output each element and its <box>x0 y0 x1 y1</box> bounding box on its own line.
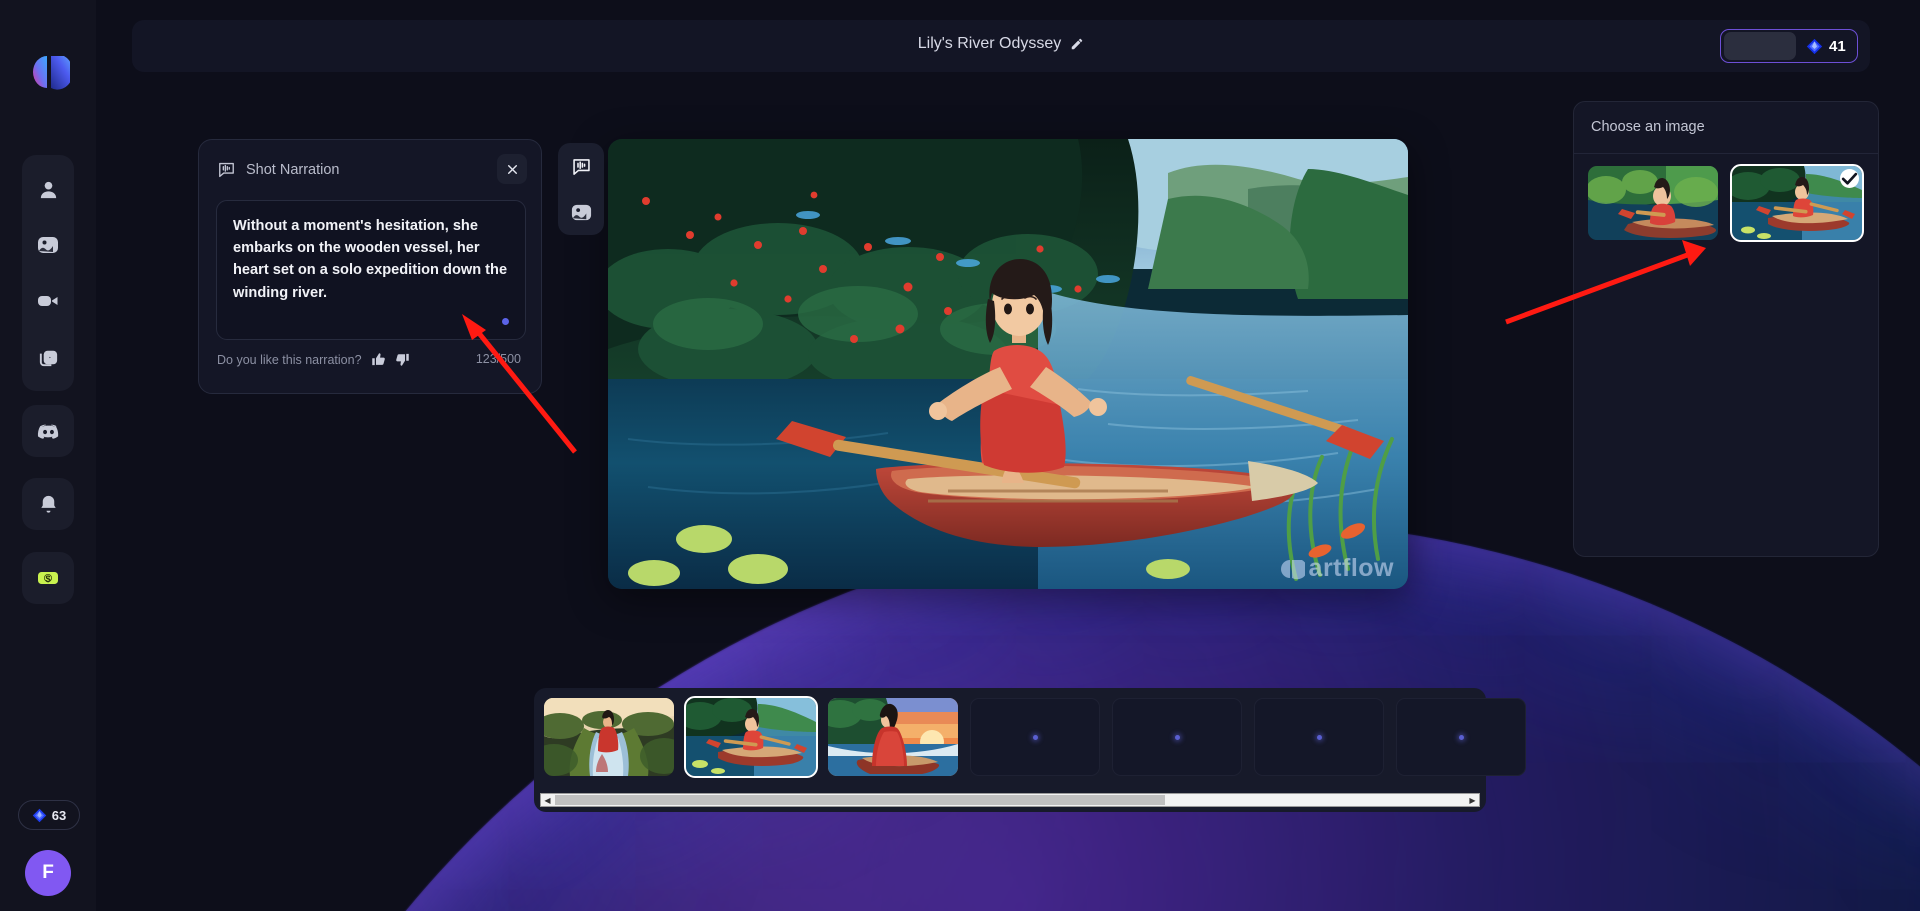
timeline-shot-2[interactable] <box>684 696 818 778</box>
option-1-thumbnail <box>1588 166 1718 240</box>
app-root: $ 63 F Lily's River Odyssey 41 Shot Narr… <box>0 0 1920 911</box>
shot-3-thumbnail <box>828 698 958 776</box>
page-title: Lily's River Odyssey <box>132 35 1870 53</box>
person-icon <box>40 181 56 198</box>
narration-feedback: Do you like this narration? <box>217 352 410 367</box>
timeline-shot-1[interactable] <box>544 698 674 776</box>
tool-image-button[interactable] <box>561 192 601 232</box>
sidebar-item-discord[interactable] <box>22 405 74 457</box>
sidebar-primary-group <box>22 155 74 391</box>
choose-image-divider <box>1574 153 1878 154</box>
sidebar-item-images[interactable] <box>22 217 74 273</box>
top-bar: Lily's River Odyssey 41 <box>132 20 1870 72</box>
narration-text-box[interactable]: Without a moment's hesitation, she embar… <box>216 200 526 340</box>
timeline-empty-slot-4[interactable] <box>1396 698 1526 776</box>
choose-image-panel: Choose an image <box>1573 101 1879 557</box>
gem-icon <box>1806 38 1823 54</box>
sidebar-credits-value: 63 <box>51 807 67 823</box>
choose-image-options <box>1588 164 1864 242</box>
close-icon <box>507 164 517 174</box>
scrollbar-thumb[interactable] <box>555 795 1165 805</box>
loading-dot <box>1458 734 1464 740</box>
choose-image-option-1[interactable] <box>1588 166 1718 240</box>
preview-artwork <box>608 139 1408 589</box>
timeline-empty-slot-1[interactable] <box>970 698 1100 776</box>
discord-icon <box>37 424 58 439</box>
narration-status-dot <box>502 318 509 325</box>
media-library-icon <box>39 350 57 366</box>
gem-icon <box>32 808 47 822</box>
shot-preview-image[interactable]: artflow <box>608 139 1408 589</box>
shot-tool-strip <box>558 143 604 235</box>
selected-check-badge <box>1840 169 1859 188</box>
shot-timeline: ◀ ▶ <box>534 688 1526 812</box>
scroll-right-arrow[interactable]: ▶ <box>1466 794 1479 806</box>
money-icon: $ <box>38 572 58 584</box>
image-icon <box>571 204 591 220</box>
timeline-empty-slot-3[interactable] <box>1254 698 1384 776</box>
narration-bubble-icon <box>219 162 234 178</box>
pencil-icon[interactable] <box>1070 37 1084 51</box>
topbar-credits-value: 41 <box>1829 37 1846 55</box>
project-title[interactable]: Lily's River Odyssey <box>918 35 1062 53</box>
scroll-left-arrow[interactable]: ◀ <box>541 794 554 806</box>
shot-narration-header: Shot Narration <box>217 160 340 179</box>
image-icon <box>38 237 58 253</box>
credits-skeleton <box>1724 32 1796 60</box>
sidebar-item-notifications[interactable] <box>22 478 74 530</box>
choose-image-option-2[interactable] <box>1730 164 1864 242</box>
sidebar-item-billing[interactable]: $ <box>22 552 74 604</box>
shot-2-thumbnail <box>686 698 816 776</box>
timeline-shot-3[interactable] <box>828 698 958 776</box>
avatar-initial: F <box>42 862 54 883</box>
user-avatar[interactable]: F <box>25 850 71 896</box>
loading-dot <box>1174 734 1180 740</box>
topbar-credits-pill[interactable]: 41 <box>1720 29 1858 63</box>
tool-narration-button[interactable] <box>561 146 601 186</box>
narration-feedback-question: Do you like this narration? <box>217 352 362 367</box>
video-camera-icon <box>38 296 58 306</box>
sidebar-item-profile[interactable] <box>22 161 74 217</box>
shot-1-thumbnail <box>544 698 674 776</box>
artflow-logo[interactable] <box>30 52 73 92</box>
close-narration-button[interactable] <box>497 154 527 184</box>
loading-dot <box>1316 734 1322 740</box>
check-icon <box>1841 172 1858 185</box>
shot-narration-title: Shot Narration <box>246 161 340 178</box>
timeline-scrollbar[interactable]: ◀ ▶ <box>540 793 1480 807</box>
sidebar-item-video[interactable] <box>22 273 74 329</box>
loading-dot <box>1032 734 1038 740</box>
narration-bubble-icon <box>572 158 590 175</box>
choose-image-title: Choose an image <box>1591 119 1705 135</box>
narration-char-count: 123/500 <box>475 352 521 366</box>
sidebar-credits-badge[interactable]: 63 <box>18 800 80 830</box>
topbar-credits-value-wrap: 41 <box>1806 38 1846 55</box>
timeline-empty-slot-2[interactable] <box>1112 698 1242 776</box>
timeline-track <box>544 696 1526 788</box>
shot-narration-panel: Shot Narration Without a moment's hesita… <box>198 139 542 394</box>
thumbs-down-icon[interactable] <box>395 352 410 367</box>
svg-text:$: $ <box>45 574 50 584</box>
bell-icon <box>40 495 56 513</box>
narration-text: Without a moment's hesitation, she embar… <box>233 218 508 301</box>
thumbs-up-icon[interactable] <box>371 352 386 367</box>
left-sidebar: $ 63 F <box>0 0 96 911</box>
sidebar-item-library[interactable] <box>22 329 74 385</box>
